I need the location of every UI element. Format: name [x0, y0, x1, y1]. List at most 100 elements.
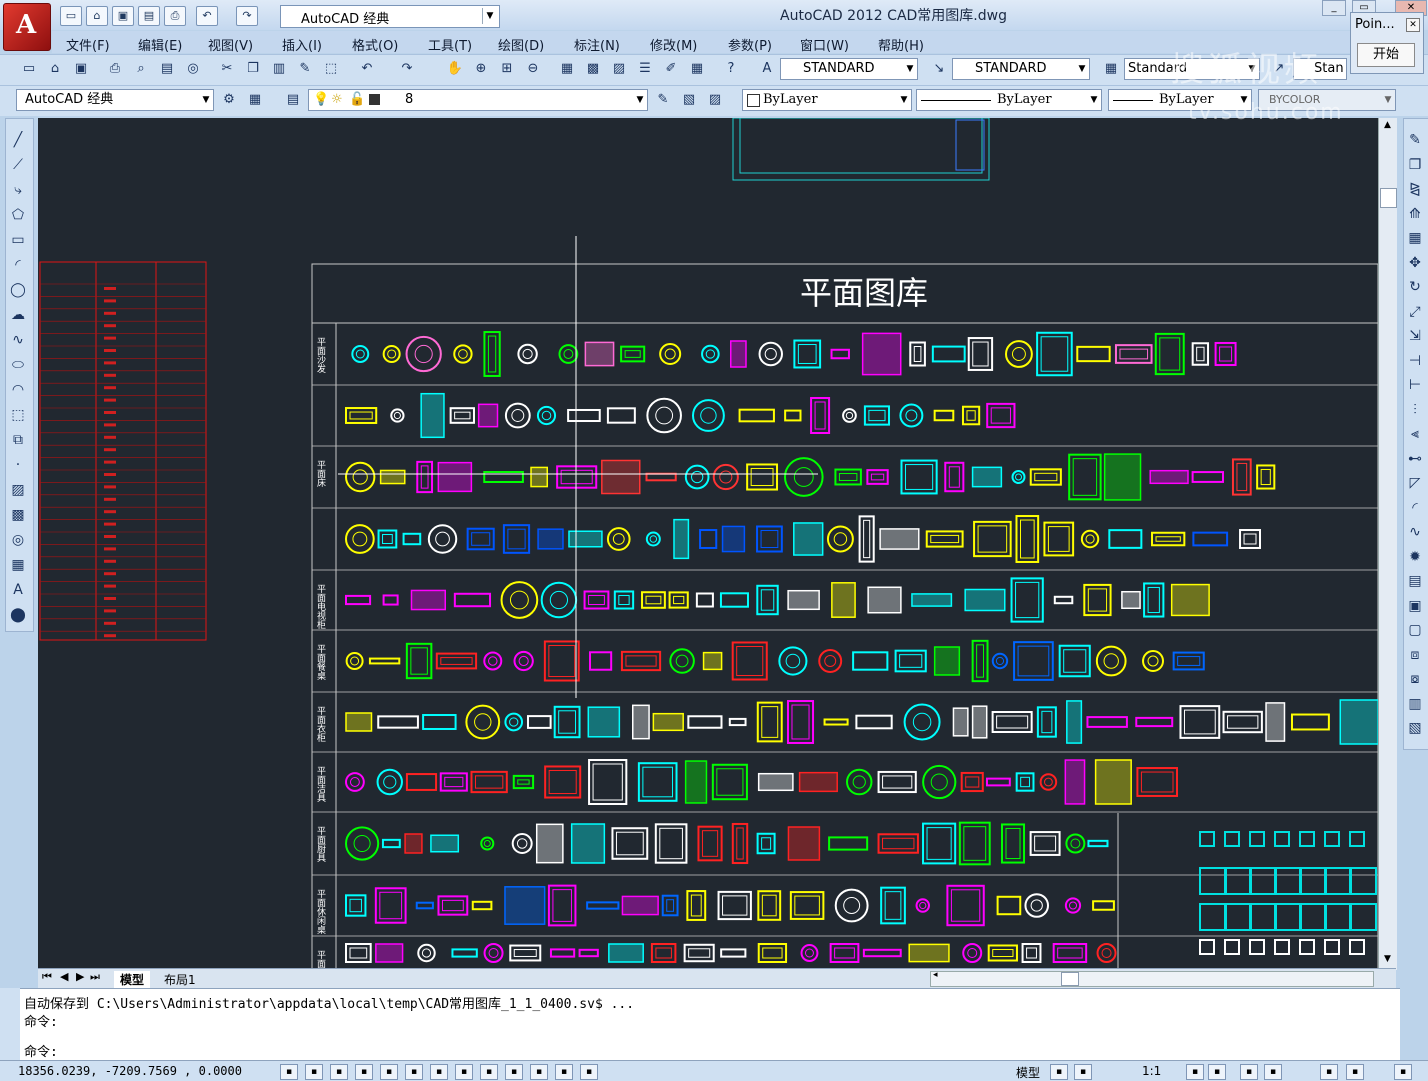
- fillet-icon[interactable]: ◜: [1405, 498, 1425, 518]
- layer-combo[interactable]: 💡 ☼ 🔓 8 ▼: [308, 89, 648, 111]
- scroll-down-icon[interactable]: ▼: [1379, 954, 1396, 964]
- menu-item[interactable]: 参数(P): [728, 35, 772, 54]
- layer-previous-icon[interactable]: ▧: [678, 89, 700, 111]
- redo-icon[interactable]: ↷: [396, 58, 418, 80]
- array-icon[interactable]: ▦: [1405, 228, 1425, 248]
- copy-object-icon[interactable]: ❐: [1405, 155, 1425, 175]
- chevron-down-icon[interactable]: ▼: [1087, 90, 1101, 110]
- bring-above-icon[interactable]: ⧈: [1405, 645, 1425, 665]
- chevron-down-icon[interactable]: ▼: [199, 90, 213, 110]
- chevron-down-icon[interactable]: ▼: [903, 59, 917, 79]
- publish-icon[interactable]: ▤: [156, 58, 178, 80]
- prev-tab-icon[interactable]: ◀: [60, 970, 68, 983]
- lock-icon[interactable]: ▪: [1264, 1064, 1282, 1080]
- chevron-down-icon[interactable]: ▼: [482, 8, 497, 24]
- line-icon[interactable]: ╱: [8, 130, 28, 150]
- first-tab-icon[interactable]: ⏮: [42, 970, 52, 984]
- redo-icon[interactable]: ↷: [236, 6, 258, 26]
- polar-tracking-icon[interactable]: ▪: [355, 1064, 373, 1080]
- break-point-icon[interactable]: ⫶: [1405, 400, 1425, 420]
- tool-palettes-icon[interactable]: ▨: [608, 58, 630, 80]
- paste-icon[interactable]: ▥: [268, 58, 290, 80]
- annotation-visibility-icon[interactable]: ▪: [1186, 1064, 1204, 1080]
- offset-icon[interactable]: ⟰: [1405, 204, 1425, 224]
- cut-icon[interactable]: ✂: [216, 58, 238, 80]
- undo-icon[interactable]: ↶: [196, 6, 218, 26]
- make-current-layer-icon[interactable]: ✎: [652, 89, 674, 111]
- layer-manager-icon[interactable]: ▤: [282, 89, 304, 111]
- chevron-down-icon[interactable]: ▼: [1075, 59, 1089, 79]
- menu-item[interactable]: 插入(I): [282, 35, 322, 54]
- quick-view-layouts-icon[interactable]: ▪: [1050, 1064, 1068, 1080]
- add-selected-icon[interactable]: ⬤: [8, 605, 28, 625]
- vertical-scrollbar[interactable]: ▲ ▼: [1378, 118, 1397, 970]
- workspace-selector[interactable]: AutoCAD 经典 ▼: [280, 5, 500, 28]
- menu-item[interactable]: 工具(T): [428, 35, 472, 54]
- undo-icon[interactable]: ↶: [356, 58, 378, 80]
- join-icon[interactable]: ⊷: [1405, 449, 1425, 469]
- dimension-style-combo[interactable]: STANDARD ▼: [952, 58, 1090, 80]
- extend-icon[interactable]: ⊢: [1405, 375, 1425, 395]
- menu-item[interactable]: 文件(F): [66, 35, 110, 54]
- menu-item[interactable]: 帮助(H): [878, 35, 924, 54]
- text-style-combo[interactable]: STANDARD ▼: [780, 58, 918, 80]
- menu-item[interactable]: 修改(M): [650, 35, 697, 54]
- clean-screen-icon[interactable]: ▪: [1394, 1064, 1412, 1080]
- pan-icon[interactable]: ✋: [444, 58, 466, 80]
- 3d-osnap-icon[interactable]: ▪: [405, 1064, 423, 1080]
- match-properties-icon[interactable]: ✎: [294, 58, 316, 80]
- tab-layout1[interactable]: 布局1: [158, 971, 202, 988]
- linetype-combo[interactable]: ByLayer ▼: [916, 89, 1102, 111]
- text-style-icon[interactable]: A: [756, 58, 778, 80]
- plot-preview-icon[interactable]: ⌕: [130, 58, 152, 80]
- insert-block-icon[interactable]: ⬚: [8, 405, 28, 425]
- table-icon[interactable]: ▦: [8, 555, 28, 575]
- dim-front-icon[interactable]: ▧: [1405, 718, 1425, 738]
- blend-icon[interactable]: ∿: [1405, 522, 1425, 542]
- gradient-icon[interactable]: ▩: [8, 505, 28, 525]
- quick-properties-icon[interactable]: ▪: [555, 1064, 573, 1080]
- make-block-icon[interactable]: ⧉: [8, 430, 28, 450]
- polyline-icon[interactable]: ⤷: [8, 180, 28, 200]
- send-back-icon[interactable]: ▢: [1405, 620, 1425, 640]
- help-icon[interactable]: ?: [720, 58, 742, 80]
- properties-icon[interactable]: ▦: [556, 58, 578, 80]
- spline-icon[interactable]: ∿: [8, 330, 28, 350]
- menu-item[interactable]: 编辑(E): [138, 35, 182, 54]
- save-icon[interactable]: ▣: [70, 58, 92, 80]
- chevron-down-icon[interactable]: ▼: [633, 90, 647, 110]
- chevron-down-icon[interactable]: ▼: [1381, 90, 1395, 110]
- chamfer-icon[interactable]: ◸: [1405, 473, 1425, 493]
- command-prompt[interactable]: 命令:: [24, 1041, 58, 1060]
- region-icon[interactable]: ◎: [8, 530, 28, 550]
- zoom-window-icon[interactable]: ⊞: [496, 58, 518, 80]
- circle-icon[interactable]: ◯: [8, 280, 28, 300]
- open-file-icon[interactable]: ⌂: [86, 6, 108, 26]
- open-icon[interactable]: ⌂: [44, 58, 66, 80]
- workspace-switch-icon[interactable]: ▪: [1240, 1064, 1258, 1080]
- erase-icon[interactable]: ✎: [1405, 130, 1425, 150]
- copy-icon[interactable]: ❐: [242, 58, 264, 80]
- dim-style-icon[interactable]: ↘: [928, 58, 950, 80]
- horizontal-scroll-thumb[interactable]: [1061, 972, 1079, 986]
- quick-view-drawings-icon[interactable]: ▪: [1074, 1064, 1092, 1080]
- 3d-dwf-icon[interactable]: ◎: [182, 58, 204, 80]
- print-icon[interactable]: ⎙: [164, 6, 186, 26]
- bring-front-icon[interactable]: ▣: [1405, 596, 1425, 616]
- revision-cloud-icon[interactable]: ☁: [8, 305, 28, 325]
- coordinate-readout[interactable]: 18356.0239, -7209.7569 , 0.0000: [18, 1064, 242, 1078]
- chevron-down-icon[interactable]: ▼: [897, 90, 911, 110]
- last-tab-icon[interactable]: ⏭: [90, 970, 100, 984]
- polygon-icon[interactable]: ⬠: [8, 205, 28, 225]
- close-icon[interactable]: ✕: [1406, 18, 1420, 32]
- selection-cycling-icon[interactable]: ▪: [580, 1064, 598, 1080]
- send-under-icon[interactable]: ⧇: [1405, 669, 1425, 689]
- menu-item[interactable]: 标注(N): [574, 35, 620, 54]
- ucs-icon[interactable]: ▪: [455, 1064, 473, 1080]
- isolate-objects-icon[interactable]: ▪: [1346, 1064, 1364, 1080]
- zoom-previous-icon[interactable]: ⊖: [522, 58, 544, 80]
- auto-scale-icon[interactable]: ▪: [1208, 1064, 1226, 1080]
- menu-item[interactable]: 窗口(W): [800, 35, 849, 54]
- menu-item[interactable]: 视图(V): [208, 35, 253, 54]
- annotation-scale[interactable]: 1:1: [1142, 1064, 1161, 1078]
